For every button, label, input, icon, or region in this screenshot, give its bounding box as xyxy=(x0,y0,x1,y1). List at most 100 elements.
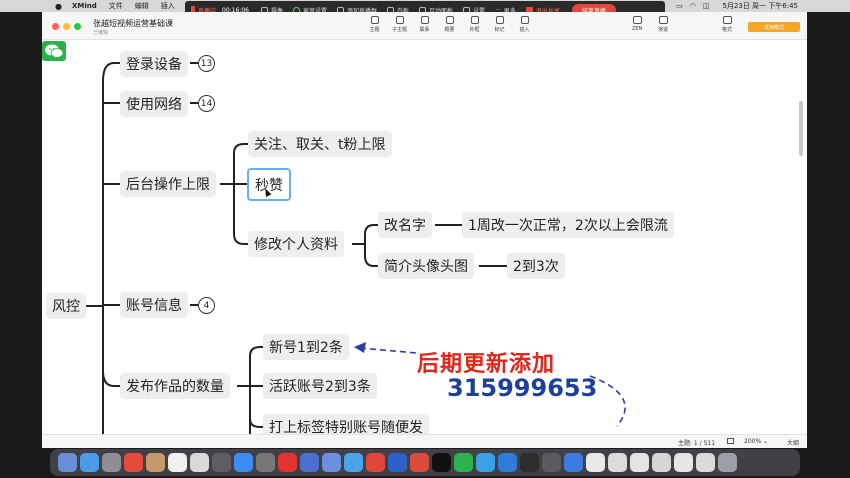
branch-post-count-node[interactable]: 发布作品的数量 xyxy=(120,373,230,399)
boundary-tool[interactable]: 外框 xyxy=(462,16,487,33)
wifi-icon[interactable]: ◠ xyxy=(690,2,696,10)
apple-icon[interactable]: ● xyxy=(55,2,62,11)
mindmap-canvas[interactable]: 登录设备 13 使用网络 14 后台操作上限 关注、取关、t粉上限 秒赞 修改个… xyxy=(42,41,807,434)
leaf-bio-avatar-node[interactable]: 简介头像头图 xyxy=(378,253,474,279)
subtopic-tagged-account-node[interactable]: 打上标签特别账号随便发 xyxy=(263,414,429,434)
root-topic-hidden[interactable]: 登录设备 xyxy=(120,51,188,77)
browser-icon[interactable] xyxy=(476,453,495,472)
calendar-icon[interactable] xyxy=(168,453,187,472)
document-status: 已编辑 xyxy=(93,30,109,36)
meeting-app-icon[interactable] xyxy=(564,453,583,472)
root-topic-node[interactable]: 风控 xyxy=(46,293,86,319)
reminders-icon[interactable] xyxy=(190,453,209,472)
subtopic-new-account: 新号1到2条 xyxy=(269,340,343,356)
zoom-chevron-icon: ⌄ xyxy=(763,438,769,445)
status-bar: 主题: 1 / 511 200% ⌄ 大纲 xyxy=(42,434,807,448)
subtopic-follow-limits-node[interactable]: 关注、取关、t粉上限 xyxy=(248,131,392,157)
app-name-menu[interactable]: XMind xyxy=(72,2,97,10)
branch-account-info-node[interactable]: 账号信息 xyxy=(120,292,188,318)
marker-tool[interactable]: 标记 xyxy=(487,16,512,33)
cloud-icon[interactable] xyxy=(344,453,363,472)
mail-app-icon[interactable] xyxy=(366,453,385,472)
status-icons: ▭ ◠ ◫ 5月23日 周一 下午6:45 xyxy=(676,1,798,11)
window-thumb-3-icon[interactable] xyxy=(630,453,649,472)
macos-dock xyxy=(50,449,800,476)
notes-icon[interactable] xyxy=(146,453,165,472)
note-bio-avatar: 2到3次 xyxy=(513,259,559,275)
app-store-icon[interactable] xyxy=(234,453,253,472)
root-topic: 风控 xyxy=(52,299,80,315)
chrome-icon[interactable] xyxy=(124,453,143,472)
note-bio-avatar-node[interactable]: 2到3次 xyxy=(507,253,565,279)
finder-icon[interactable] xyxy=(58,453,77,472)
wechat-icon xyxy=(42,41,66,61)
subtopic-new-account-node[interactable]: 新号1到2条 xyxy=(263,334,349,360)
search-app-icon[interactable] xyxy=(322,453,341,472)
marker-icon xyxy=(495,16,504,24)
launchpad-icon[interactable] xyxy=(102,453,121,472)
word-icon[interactable] xyxy=(388,453,407,472)
subtopic-active-account: 活跃账号2到3条 xyxy=(269,379,371,395)
insert-tool[interactable]: 插入 xyxy=(512,16,537,33)
insert-icon xyxy=(520,16,529,24)
player-icon[interactable] xyxy=(498,453,517,472)
map-icon[interactable] xyxy=(727,438,734,444)
relationship-tool[interactable]: 联系 xyxy=(412,16,437,33)
note-rename-node[interactable]: 1周改一次正常，2次以上会限流 xyxy=(462,212,674,238)
zoom-window-button[interactable] xyxy=(74,23,81,30)
subtopic-tool[interactable]: 子主题 xyxy=(387,16,412,33)
relationship-icon xyxy=(420,16,429,24)
subtopic-active-account-node[interactable]: 活跃账号2到3条 xyxy=(263,373,377,399)
menubar-clock[interactable]: 5月23日 周一 下午6:45 xyxy=(722,1,798,11)
zoom-level[interactable]: 200% ⌄ xyxy=(744,438,768,445)
subtopic-instant-like-node[interactable]: 秒赞 xyxy=(247,168,291,201)
badge-login-device: 13 xyxy=(198,55,215,72)
music-icon[interactable] xyxy=(542,453,561,472)
format-icon xyxy=(722,16,732,24)
branch-account-info: 账号信息 xyxy=(126,298,182,314)
qq-icon[interactable] xyxy=(432,453,451,472)
menu-edit[interactable]: 编辑 xyxy=(135,1,149,11)
present-icon xyxy=(658,16,668,24)
leaf-rename-node[interactable]: 改名字 xyxy=(378,212,432,238)
present-button[interactable]: 演说 xyxy=(658,16,668,33)
xmind-dock-icon[interactable] xyxy=(278,453,297,472)
safari-icon[interactable] xyxy=(80,453,99,472)
promo-number: 315999653 xyxy=(447,374,598,402)
app-k-icon[interactable] xyxy=(300,453,319,472)
topic-tool[interactable]: 主题 xyxy=(362,16,387,33)
vertical-scrollbar[interactable] xyxy=(799,101,803,156)
branch-backend-limits-node[interactable]: 后台操作上限 xyxy=(120,171,216,197)
window-thumb-4-icon[interactable] xyxy=(652,453,671,472)
subtopic-icon xyxy=(395,16,404,24)
leaf-rename: 改名字 xyxy=(384,218,426,234)
trash-icon[interactable] xyxy=(718,453,737,472)
control-center-icon[interactable]: ◫ xyxy=(703,2,710,10)
window-thumb-6-icon[interactable] xyxy=(696,453,715,472)
window-thumb-1-icon[interactable] xyxy=(586,453,605,472)
excel-icon[interactable] xyxy=(410,453,429,472)
minimize-window-button[interactable] xyxy=(63,23,70,30)
document-title: 张越短视频运营基础课 xyxy=(93,19,173,28)
subtopic-edit-profile-node[interactable]: 修改个人资料 xyxy=(248,231,344,257)
menu-file[interactable]: 文件 xyxy=(109,1,123,11)
outline-button[interactable]: 大纲 xyxy=(787,438,799,447)
trial-mode-button[interactable]: 试用模式 xyxy=(748,22,800,32)
menu-insert[interactable]: 插入 xyxy=(161,1,175,11)
badge-network: 14 xyxy=(198,95,215,112)
photos-icon[interactable] xyxy=(212,453,231,472)
summary-tool[interactable]: 概要 xyxy=(437,16,462,33)
battery-icon[interactable]: ▭ xyxy=(676,2,683,10)
zen-mode-button[interactable]: ZEN xyxy=(632,16,642,32)
branch-network: 使用网络 xyxy=(126,97,182,113)
format-panel-button[interactable]: 格式 xyxy=(722,16,732,33)
window-thumb-5-icon[interactable] xyxy=(674,453,693,472)
system-preferences-icon[interactable] xyxy=(256,453,275,472)
camera-app-icon[interactable] xyxy=(520,453,539,472)
window-thumb-2-icon[interactable] xyxy=(608,453,627,472)
topic-counter: 主题: 1 / 511 xyxy=(678,440,716,447)
branch-backend-limits: 后台操作上限 xyxy=(126,177,210,193)
branch-network-node[interactable]: 使用网络 xyxy=(120,91,188,117)
wechat-dock-icon[interactable] xyxy=(454,453,473,472)
close-window-button[interactable] xyxy=(52,23,59,30)
